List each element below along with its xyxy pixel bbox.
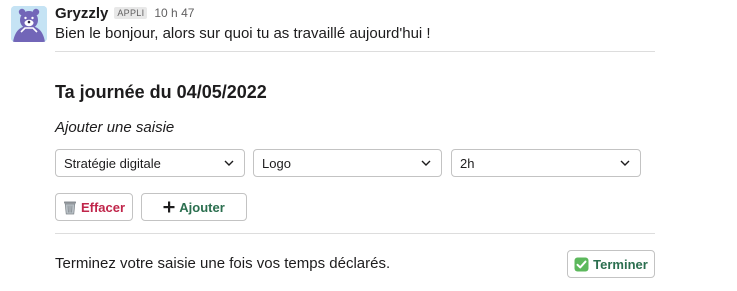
plus-icon (163, 201, 175, 213)
message-text: Bien le bonjour, alors sur quoi tu as tr… (55, 25, 431, 42)
message-timestamp[interactable]: 10 h 47 (154, 6, 194, 20)
category-select-value: Stratégie digitale (64, 155, 161, 171)
divider-top (55, 51, 655, 52)
app-badge: APPLI (114, 7, 148, 19)
check-mark-icon (574, 257, 589, 272)
add-button-label: Ajouter (179, 199, 225, 215)
finish-button-label: Terminer (593, 256, 648, 272)
divider-bottom (55, 233, 655, 234)
message-header: Gryzzly APPLI 10 h 47 (55, 4, 194, 22)
clear-button[interactable]: Effacer (55, 193, 133, 221)
finish-instructions: Terminez votre saisie une fois vos temps… (55, 255, 391, 272)
chevron-down-icon (420, 157, 432, 169)
task-select-value: Logo (262, 155, 291, 171)
duration-select-value: 2h (460, 155, 475, 171)
task-select[interactable]: Logo (253, 149, 442, 177)
bear-avatar-icon (11, 6, 47, 42)
category-select[interactable]: Stratégie digitale (55, 149, 245, 177)
duration-select[interactable]: 2h (451, 149, 641, 177)
wastebasket-icon (63, 200, 77, 215)
chevron-down-icon (223, 157, 235, 169)
add-button[interactable]: Ajouter (141, 193, 247, 221)
author-name[interactable]: Gryzzly (55, 5, 108, 22)
avatar[interactable] (11, 6, 47, 42)
chevron-down-icon (619, 157, 631, 169)
day-title: Ta journée du 04/05/2022 (55, 82, 267, 102)
clear-button-label: Effacer (80, 199, 126, 215)
finish-button[interactable]: Terminer (567, 250, 655, 278)
add-entry-label: Ajouter une saisie (55, 119, 175, 136)
